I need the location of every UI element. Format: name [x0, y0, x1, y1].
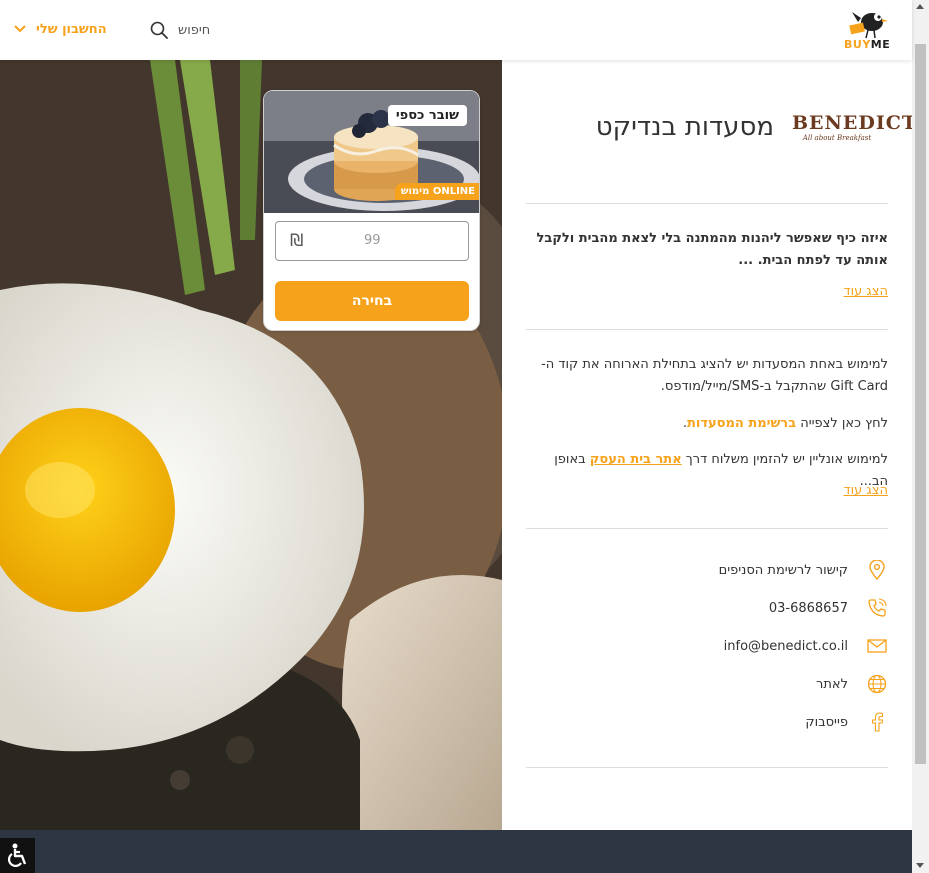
benedict-logo-tagline: All about Breakfast — [802, 134, 872, 142]
site-footer — [0, 830, 912, 873]
search-button[interactable]: חיפוש — [150, 19, 210, 41]
divider — [526, 203, 888, 204]
online-prefix: למימוש אונליין יש להזמין משלוח דרך — [681, 452, 888, 467]
facebook-label: פייסבוק — [805, 714, 848, 730]
search-icon — [150, 21, 168, 39]
search-label: חיפוש — [178, 22, 211, 38]
redeem-instructions: למימוש באחת המסעדות יש להציג בתחילת הארו… — [541, 357, 888, 394]
online-redeem-text: למימוש אונליין יש להזמין משלוח דרך אתר ב… — [526, 449, 888, 493]
voucher-thumbnail: שובר כספי מימוש ONLINE — [264, 91, 479, 213]
divider — [526, 767, 888, 768]
mail-icon — [866, 635, 888, 657]
phone-link[interactable]: 03-6868657 — [769, 596, 888, 620]
buyme-logo[interactable]: BUYME — [842, 8, 894, 52]
website-link[interactable]: לאתר — [816, 672, 888, 696]
logo-wordmark: BUYME — [844, 38, 890, 51]
business-details-panel: BENEDICT All about Breakfast מסעדות בנדי… — [502, 60, 918, 830]
choose-button[interactable]: בחירה — [275, 281, 469, 321]
branches-link[interactable]: קישור לרשימת הסניפים — [719, 558, 888, 582]
phone-number: 03-6868657 — [768, 600, 848, 616]
website-label: לאתר — [816, 676, 848, 692]
restaurant-list-link[interactable]: ברשימת המסעדות — [687, 416, 796, 431]
divider — [526, 528, 888, 529]
voucher-card: שובר כספי מימוש ONLINE 99 ₪ בחירה — [263, 90, 480, 331]
restaurant-list-text: לחץ כאן לצפייה ברשימת המסעדות. — [526, 413, 888, 435]
voucher-type-badge: שובר כספי — [387, 105, 467, 126]
online-redeem-badge: מימוש ONLINE — [394, 183, 479, 200]
location-icon — [866, 559, 888, 581]
list-prefix: לחץ כאן לצפייה — [796, 416, 888, 431]
branches-label: קישור לרשימת הסניפים — [718, 562, 848, 578]
email-address: info@benedict.co.il — [723, 638, 848, 654]
scroll-up-arrow-icon[interactable] — [916, 4, 924, 9]
benedict-logo: BENEDICT All about Breakfast — [792, 112, 918, 152]
amount-input[interactable]: 99 ₪ — [275, 221, 469, 261]
business-title: מסעדות בנדיקט — [595, 112, 774, 142]
phone-icon — [866, 597, 888, 619]
scroll-down-arrow-icon[interactable] — [916, 863, 924, 868]
show-more-link-description[interactable]: הצג עוד — [844, 284, 888, 299]
scrollbar-thumb[interactable] — [915, 44, 926, 764]
bird-logo-icon — [849, 12, 888, 39]
accessibility-button[interactable] — [0, 838, 35, 873]
page-scrollbar[interactable] — [912, 0, 929, 873]
facebook-link[interactable]: פייסבוק — [805, 710, 888, 734]
logo-me-text: ME — [870, 38, 891, 51]
email-link[interactable]: info@benedict.co.il — [724, 634, 888, 658]
benedict-logo-name: BENEDICT — [792, 112, 918, 134]
shekel-icon: ₪ — [290, 231, 304, 251]
accessibility-icon — [7, 843, 26, 867]
account-menu[interactable]: החשבון שלי — [14, 19, 107, 39]
site-header: BUYME חיפוש החשבון שלי — [0, 0, 912, 60]
facebook-icon — [866, 711, 888, 733]
logo-buy-text: BUY — [844, 38, 871, 51]
business-description: איזה כיף שאפשר ליהנות מהמתנה בלי לצאת מה… — [536, 231, 888, 268]
account-label: החשבון שלי — [36, 21, 107, 37]
globe-icon — [866, 673, 888, 695]
chevron-down-icon — [14, 25, 26, 33]
show-more-link-redeem[interactable]: הצג עוד — [844, 483, 888, 498]
amount-value: 99 — [364, 233, 381, 248]
business-site-link[interactable]: אתר בית העסק — [590, 452, 682, 467]
divider — [526, 329, 888, 330]
